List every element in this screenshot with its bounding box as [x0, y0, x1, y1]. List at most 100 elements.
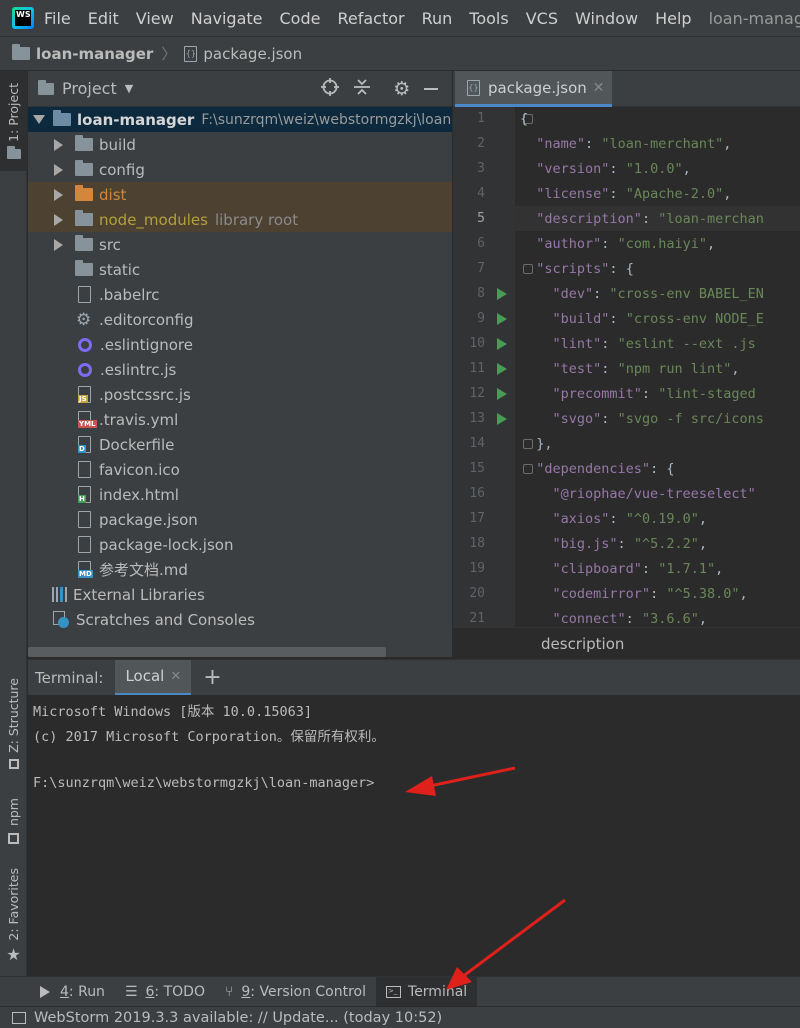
- menu-navigate[interactable]: Navigate: [191, 9, 263, 28]
- editor-breadcrumb: description: [453, 627, 800, 659]
- tree-item-label: External Libraries: [73, 585, 205, 604]
- tree-item[interactable]: package-lock.json: [28, 532, 452, 557]
- line-number: 2: [477, 136, 485, 151]
- tree-item-note: library root: [214, 210, 299, 229]
- gear-icon[interactable]: ⚙: [393, 78, 410, 100]
- tree-scratches[interactable]: Scratches and Consoles: [28, 607, 452, 632]
- view-dropdown-icon[interactable]: ▼: [125, 82, 133, 95]
- line-number: 7: [477, 261, 485, 276]
- collapsed-arrow-icon[interactable]: [54, 188, 63, 201]
- tree-item[interactable]: .eslintrc.js: [28, 357, 452, 382]
- run-script-icon[interactable]: [497, 388, 507, 400]
- tree-external-libraries[interactable]: External Libraries: [28, 582, 452, 607]
- tree-item-label: .editorconfig: [99, 310, 194, 329]
- tab-favorites[interactable]: 2: Favorites ★: [0, 866, 27, 966]
- menu-edit[interactable]: Edit: [88, 9, 119, 28]
- menu-window[interactable]: Window: [575, 9, 638, 28]
- tab-project[interactable]: 1: Project: [0, 71, 27, 171]
- editor-tab-package-json[interactable]: {} package.json ✕: [455, 71, 612, 107]
- line-number: 14: [469, 436, 485, 451]
- add-icon[interactable]: +: [203, 665, 221, 690]
- tab-project-label: 1: Project: [6, 82, 21, 142]
- tab-todo[interactable]: ☰ 6: TODO: [115, 977, 215, 1007]
- tree-item[interactable]: dist: [28, 182, 452, 207]
- menu-run[interactable]: Run: [422, 9, 453, 28]
- menu-tools[interactable]: Tools: [469, 9, 508, 28]
- status-message[interactable]: WebStorm 2019.3.3 available: // Update..…: [34, 1010, 442, 1026]
- tab-run-label: : Run: [68, 983, 105, 1000]
- collapsed-arrow-icon[interactable]: [54, 138, 63, 151]
- breadcrumb-project[interactable]: loan-manager: [36, 45, 153, 63]
- tree-item[interactable]: MD 参考文档.md: [28, 557, 452, 582]
- json-file-icon: {}: [467, 79, 480, 96]
- tab-structure[interactable]: Z: Structure: [0, 671, 27, 776]
- tree-item[interactable]: package.json: [28, 507, 452, 532]
- tree-item[interactable]: node_modules library root: [28, 207, 452, 232]
- tab-npm-label: npm: [6, 798, 21, 827]
- tab-terminal[interactable]: >_ Terminal: [376, 976, 478, 1007]
- tree-item[interactable]: build: [28, 132, 452, 157]
- close-icon[interactable]: ✕: [593, 80, 605, 96]
- menu-bar: WS File Edit View Navigate Code Refactor…: [0, 0, 800, 36]
- hide-panel-icon[interactable]: [424, 87, 439, 90]
- menu-file[interactable]: File: [44, 9, 71, 28]
- excluded-folder-icon: [75, 185, 93, 201]
- tree-item[interactable]: ⚙ .editorconfig: [28, 307, 452, 332]
- run-script-icon[interactable]: [497, 363, 507, 375]
- tree-item[interactable]: static: [28, 257, 452, 282]
- horizontal-scrollbar[interactable]: [28, 647, 386, 657]
- tree-item-label: .postcssrc.js: [99, 385, 191, 404]
- status-bar[interactable]: WebStorm 2019.3.3 available: // Update..…: [0, 1006, 800, 1028]
- json-path[interactable]: description: [541, 635, 624, 653]
- tree-item[interactable]: .eslintignore: [28, 332, 452, 357]
- html-file-icon: H: [78, 486, 91, 503]
- tab-npm[interactable]: npm: [0, 791, 27, 851]
- scratches-icon: [53, 611, 70, 628]
- run-script-icon[interactable]: [497, 313, 507, 325]
- tree-item[interactable]: D Dockerfile: [28, 432, 452, 457]
- code-line: "lint": "eslint --ext .js: [552, 336, 756, 352]
- locate-icon[interactable]: [321, 77, 340, 100]
- breadcrumb: loan-manager 〉 {} package.json: [0, 36, 800, 71]
- line-number: 9: [477, 311, 485, 326]
- menu-help[interactable]: Help: [655, 9, 691, 28]
- menu-refactor[interactable]: Refactor: [337, 9, 404, 28]
- collapse-all-icon[interactable]: [353, 78, 371, 100]
- collapsed-arrow-icon[interactable]: [54, 163, 63, 176]
- tree-root[interactable]: loan-manager F:\sunzrqm\weiz\webstormgzk…: [28, 107, 452, 132]
- run-script-icon[interactable]: [497, 338, 507, 350]
- close-icon[interactable]: ✕: [170, 669, 181, 684]
- left-tool-strip: 1: Project Z: Structure npm 2: Favorites…: [0, 71, 27, 976]
- tree-item-label: node_modules: [99, 210, 208, 229]
- terminal-tab-local[interactable]: Local ✕: [115, 659, 192, 696]
- tree-item[interactable]: JS .postcssrc.js: [28, 382, 452, 407]
- menu-vcs[interactable]: VCS: [526, 9, 558, 28]
- collapsed-arrow-icon[interactable]: [54, 238, 63, 251]
- tree-item-label: favicon.ico: [99, 460, 180, 479]
- status-toggle-icon[interactable]: [12, 1011, 26, 1024]
- tree-item[interactable]: config: [28, 157, 452, 182]
- tab-vc-label: : Version Control: [250, 983, 367, 1000]
- tree-item-label: build: [99, 135, 136, 154]
- menu-code[interactable]: Code: [280, 9, 321, 28]
- tab-version-control[interactable]: ⑂ 9: Version Control: [215, 977, 376, 1007]
- tree-item[interactable]: src: [28, 232, 452, 257]
- tab-favorites-label: 2: Favorites: [6, 868, 21, 941]
- tree-item[interactable]: favicon.ico: [28, 457, 452, 482]
- code-line: },: [520, 436, 553, 452]
- run-script-icon[interactable]: [497, 413, 507, 425]
- tree-item[interactable]: .babelrc: [28, 282, 452, 307]
- breadcrumb-file[interactable]: package.json: [203, 45, 302, 63]
- tab-run[interactable]: 4: Run: [30, 977, 115, 1007]
- collapsed-arrow-icon[interactable]: [54, 213, 63, 226]
- tree-item[interactable]: YML .travis.yml: [28, 407, 452, 432]
- code-line: "codemirror": "^5.38.0",: [552, 586, 748, 602]
- expand-arrow-icon[interactable]: [33, 115, 45, 124]
- run-script-icon[interactable]: [497, 288, 507, 300]
- code-line: "axios": "^0.19.0",: [552, 511, 707, 527]
- md-file-icon: MD: [78, 561, 93, 578]
- tree-item[interactable]: H index.html: [28, 482, 452, 507]
- menu-view[interactable]: View: [136, 9, 174, 28]
- project-panel-title[interactable]: Project: [62, 79, 117, 98]
- folder-icon: [12, 44, 30, 60]
